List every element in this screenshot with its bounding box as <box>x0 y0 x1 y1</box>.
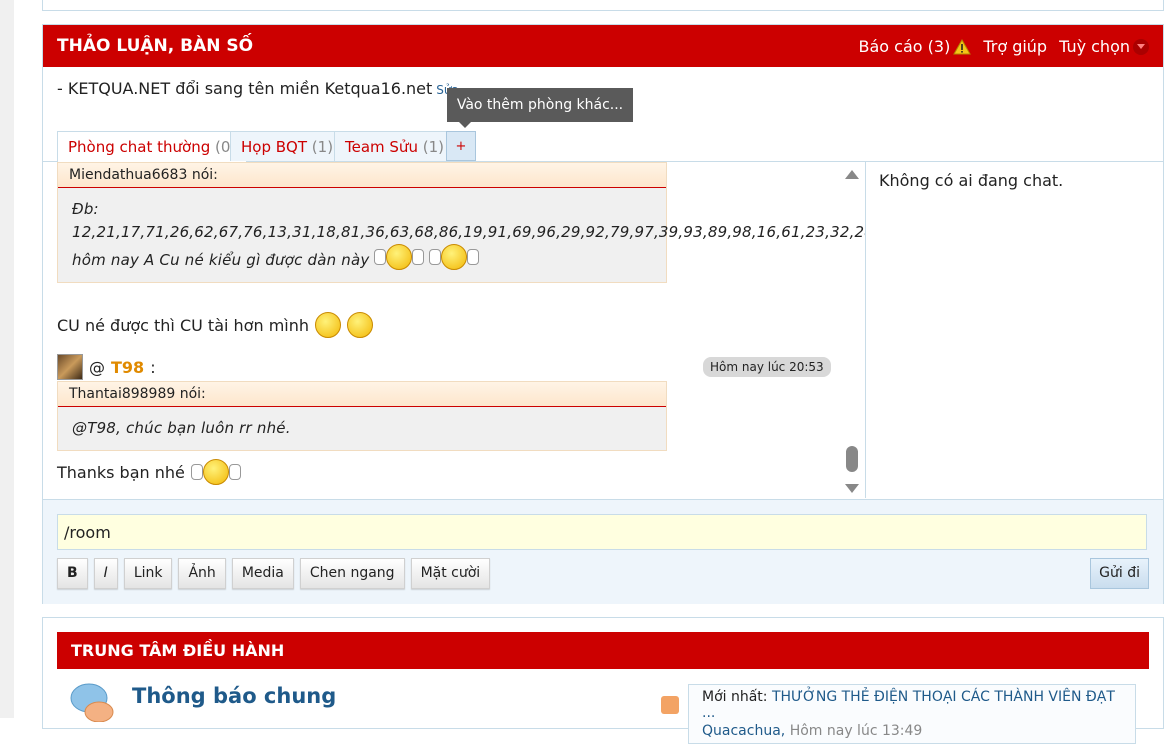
mention-prefix: @ <box>89 357 105 377</box>
quote-block: Miendathua6683 nói: Đb: 12,21,17,71,26,6… <box>57 162 865 283</box>
latest-post-box: Mới nhất: THƯỞNG THẺ ĐIỆN THOẠI CÁC THÀN… <box>688 684 1136 744</box>
avatar[interactable] <box>57 354 83 380</box>
tab-team-suu[interactable]: Team Sửu (1) <box>334 131 455 161</box>
media-button[interactable]: Media <box>231 558 294 589</box>
scroll-down-icon[interactable] <box>845 484 859 493</box>
tab-admin-meeting[interactable]: Họp BQT (1) <box>230 131 345 161</box>
chat-message: Thanks bạn nhé <box>57 459 241 485</box>
message-list: Miendathua6683 nói: Đb: 12,21,17,71,26,6… <box>43 162 866 498</box>
quote-text: Đb: 12,21,17,71,26,62,67,76,13,31,18,81,… <box>58 188 865 282</box>
help-link[interactable]: Trợ giúp <box>983 37 1047 56</box>
control-center-header: TRUNG TÂM ĐIỀU HÀNH <box>57 632 1149 669</box>
message-timestamp: Hôm nay lúc 20:53 <box>703 357 831 377</box>
quote-author: Thantai898989 nói: <box>58 382 666 407</box>
online-users-status: Không có ai đang chat. <box>879 171 1064 190</box>
warning-icon <box>953 38 972 54</box>
header-links: Báo cáo (3) Trợ giúp Tuỳ chọn <box>859 37 1149 56</box>
report-link[interactable]: Báo cáo (3) <box>859 37 972 56</box>
add-room-tooltip: Vào thêm phòng khác... <box>447 88 633 128</box>
mention-suffix: : <box>150 357 156 377</box>
italic-button[interactable]: I <box>93 558 118 589</box>
page-gutter <box>0 0 14 718</box>
latest-user-link[interactable]: Quacachua <box>702 723 781 739</box>
chevron-down-icon <box>1133 38 1149 55</box>
chat-message-mention: @ T98: <box>57 354 156 380</box>
mention-user-link[interactable]: T98 <box>111 358 144 377</box>
send-button[interactable]: Gửi đi <box>1090 558 1149 589</box>
quote-text: @T98, chúc bạn luôn rr nhé. <box>72 419 291 437</box>
image-button[interactable]: Ảnh <box>178 558 226 589</box>
thinking-emoji-icon <box>315 312 341 338</box>
report-label: Báo cáo (3) <box>858 37 951 56</box>
smilies-button[interactable]: Mặt cười <box>410 558 491 589</box>
tab-label: Phòng chat thường <box>68 138 211 156</box>
chatbox-panel: THẢO LUẬN, BÀN SỐ Báo cáo (3) Trợ giúp T… <box>42 24 1164 604</box>
latest-label: Mới nhất: <box>702 689 768 705</box>
message-composer: /room B I Link Ảnh Media Chen ngang Mặt … <box>43 499 1163 604</box>
tab-label: Họp BQT <box>241 138 308 156</box>
chatbox-title: THẢO LUẬN, BÀN SỐ <box>57 36 254 56</box>
rss-icon[interactable] <box>661 696 679 714</box>
tab-count: (1) <box>311 138 334 156</box>
message-text: CU né được thì CU tài hơn mình <box>57 315 309 335</box>
message-text: Thanks bạn nhé <box>57 462 185 482</box>
scroll-thumb[interactable] <box>846 446 858 472</box>
tab-label: Team Sửu <box>345 138 418 156</box>
options-link[interactable]: Tuỳ chọn <box>1059 37 1149 56</box>
previous-panel-edge <box>42 0 1164 11</box>
options-label: Tuỳ chọn <box>1059 37 1130 56</box>
add-room-button[interactable]: + <box>446 131 476 161</box>
chat-bubbles-icon <box>70 683 114 722</box>
latest-line: Mới nhất: THƯỞNG THẺ ĐIỆN THOẠI CÁC THÀN… <box>702 689 1122 721</box>
format-toolbar: B I Link Ảnh Media Chen ngang Mặt cười <box>57 558 491 589</box>
latest-time: Hôm nay lúc 13:49 <box>789 723 923 739</box>
shocked-hands-emoji-icon <box>190 459 241 485</box>
control-center-panel: TRUNG TÂM ĐIỀU HÀNH Thông báo chung Mới … <box>42 617 1164 744</box>
shocked-hands-emoji-icon <box>374 244 425 270</box>
shocked-hands-emoji-icon <box>429 244 480 270</box>
tab-count: (1) <box>422 138 444 156</box>
message-input[interactable]: /room <box>57 514 1147 550</box>
message-scrollbar[interactable] <box>843 170 859 500</box>
link-button[interactable]: Link <box>123 558 173 589</box>
thinking-emoji-icon <box>347 312 373 338</box>
forum-title-link[interactable]: Thông báo chung <box>132 684 336 708</box>
notice-text: - KETQUA.NET đổi sang tên miền Ketqua16.… <box>57 79 433 98</box>
quote-author: Miendathua6683 nói: <box>58 163 666 188</box>
tab-general-room[interactable]: Phòng chat thường (0) <box>57 131 248 162</box>
scroll-up-icon[interactable] <box>845 170 859 179</box>
bold-button[interactable]: B <box>57 558 88 589</box>
latest-meta: Quacachua, Hôm nay lúc 13:49 <box>702 723 923 739</box>
chat-message: CU né được thì CU tài hơn mình <box>57 312 373 338</box>
chat-notice: - KETQUA.NET đổi sang tên miền Ketqua16.… <box>57 79 459 98</box>
quote-block: Thantai898989 nói: @T98, chúc bạn luôn r… <box>57 381 667 451</box>
chatbox-header: THẢO LUẬN, BÀN SỐ Báo cáo (3) Trợ giúp T… <box>43 25 1163 67</box>
insert-button[interactable]: Chen ngang <box>299 558 405 589</box>
